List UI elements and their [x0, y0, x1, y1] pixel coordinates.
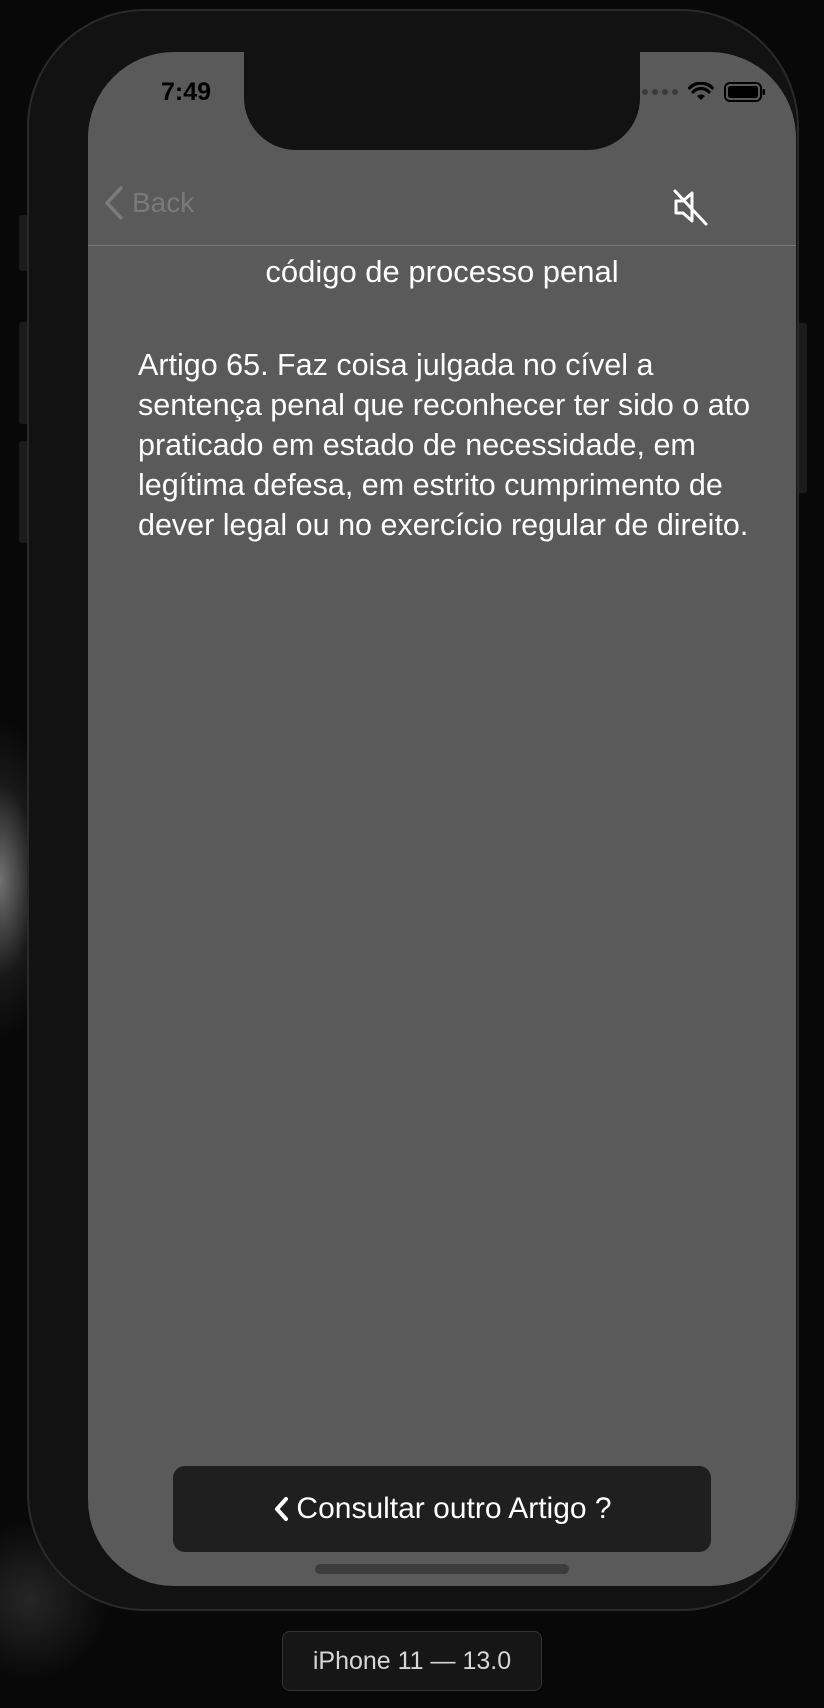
simulator-device-label: iPhone 11 — 13.0	[282, 1631, 542, 1691]
wifi-icon	[688, 82, 714, 100]
chevron-left-icon	[105, 186, 123, 220]
home-indicator[interactable]	[315, 1564, 569, 1574]
status-indicators	[642, 82, 766, 102]
chevron-left-icon	[275, 1497, 289, 1521]
consult-another-article-button[interactable]: Consultar outro Artigo ?	[173, 1466, 711, 1552]
cellular-signal-icon	[642, 89, 678, 95]
navigation-bar: Back	[88, 152, 796, 246]
notch	[244, 52, 640, 150]
article-text: Artigo 65. Faz coisa julgada no cível a …	[138, 348, 751, 542]
device-frame: 7:49 Back código de processo penal Artig…	[27, 9, 799, 1611]
phone-screen: 7:49 Back código de processo penal Artig…	[88, 52, 796, 1586]
back-button[interactable]: Back	[104, 186, 194, 220]
consult-button-label: Consultar outro Artigo ?	[296, 1492, 612, 1525]
speaker-muted-icon[interactable]	[670, 186, 712, 228]
status-time: 7:49	[160, 78, 212, 106]
code-title: código de processo penal	[265, 254, 619, 289]
battery-icon	[724, 82, 765, 102]
back-button-label: Back	[132, 187, 195, 218]
